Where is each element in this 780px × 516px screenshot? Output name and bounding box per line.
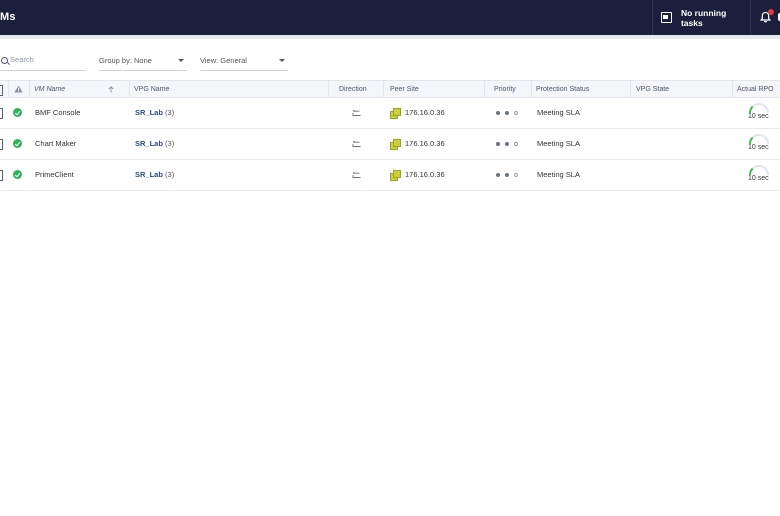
peer-site: 176.16.0.36: [405, 170, 445, 179]
column-vpg-name[interactable]: VPG Name: [130, 81, 329, 98]
priority-dot-filled: [496, 111, 500, 115]
direction-return-icon: [352, 172, 361, 178]
site-icon: [390, 139, 401, 150]
view-label: View: General: [200, 56, 247, 65]
search-input[interactable]: [10, 55, 82, 64]
column-direction-label: Direction: [339, 86, 367, 93]
column-protection-status-label: Protection Status: [536, 86, 590, 93]
column-peer-site[interactable]: Peer Site: [384, 81, 485, 98]
select-all-checkbox[interactable]: [0, 81, 9, 98]
checkbox-icon: [0, 85, 3, 96]
table-row[interactable]: PrimeClient SR_Lab (3) 176.16.0.36 Meeti…: [0, 160, 780, 191]
protection-status: Meeting SLA: [537, 139, 580, 148]
chevron-down-icon: [178, 59, 184, 62]
column-vpg-state[interactable]: VPG State: [631, 81, 733, 98]
column-vpg-state-label: VPG State: [636, 86, 670, 93]
vpg-link[interactable]: SR_Lab: [135, 139, 163, 148]
vpg-link[interactable]: SR_Lab: [135, 170, 163, 179]
table-header: VM Name VPG Name Direction Peer Site Pri…: [0, 80, 780, 98]
header-divider: [0, 35, 780, 39]
priority-dot-filled: [496, 142, 500, 146]
column-protection-status[interactable]: Protection Status: [532, 81, 631, 98]
rpo-gauge: 10 sec: [747, 164, 771, 188]
column-actual-rpo-label: Actual RPO: [737, 86, 774, 93]
tasks-label: No running tasks: [680, 7, 727, 28]
vpg-count: (3): [165, 139, 175, 148]
column-vpg-name-label: VPG Name: [134, 86, 170, 93]
column-vm-name-label: VM Name: [34, 86, 66, 93]
rpo-value: 10 sec: [748, 144, 769, 151]
row-checkbox[interactable]: [0, 108, 3, 119]
table-row[interactable]: BMF Console SR_Lab (3) 176.16.0.36 Meeti…: [0, 98, 780, 129]
search-icon: [1, 57, 8, 64]
column-vm-name[interactable]: VM Name: [30, 81, 130, 98]
priority-dot-filled: [505, 173, 509, 177]
vm-name[interactable]: Chart Maker: [35, 129, 76, 159]
protection-status: Meeting SLA: [537, 108, 580, 117]
protection-status: Meeting SLA: [537, 170, 580, 179]
vpg-count: (3): [165, 170, 175, 179]
site-icon: [390, 108, 401, 119]
chevron-down-icon: [279, 59, 285, 62]
warning-icon: [14, 85, 23, 93]
notifications-button[interactable]: [750, 0, 780, 35]
vpg-count: (3): [165, 108, 175, 117]
top-bar: Ms No running tasks: [0, 0, 780, 35]
vm-name[interactable]: BMF Console: [35, 98, 80, 128]
site-icon: [390, 170, 401, 181]
priority-dot-empty: [514, 173, 518, 177]
notification-badge: [768, 9, 774, 15]
view-dropdown[interactable]: View: General: [200, 54, 288, 71]
status-ok-icon: [13, 170, 22, 179]
column-priority[interactable]: Priority: [485, 81, 532, 98]
direction-return-icon: [352, 110, 361, 116]
rpo-gauge: 10 sec: [747, 133, 771, 157]
tasks-icon: [661, 12, 672, 23]
running-tasks-button[interactable]: No running tasks: [652, 0, 750, 35]
priority-dot-filled: [496, 173, 500, 177]
status-ok-icon: [13, 108, 22, 117]
sort-ascending-icon[interactable]: [108, 86, 114, 93]
direction-return-icon: [352, 141, 361, 147]
column-direction[interactable]: Direction: [329, 81, 384, 98]
group-by-label: Group by: None: [99, 56, 152, 65]
vpg-name-cell: SR_Lab (3): [135, 160, 174, 190]
rpo-gauge: 10 sec: [747, 102, 771, 126]
column-priority-label: Priority: [494, 86, 516, 93]
rpo-value: 10 sec: [748, 175, 769, 182]
peer-site: 176.16.0.36: [405, 108, 445, 117]
group-by-dropdown[interactable]: Group by: None: [99, 54, 187, 71]
column-alert[interactable]: [9, 81, 30, 98]
page-title: Ms: [0, 11, 16, 23]
column-peer-site-label: Peer Site: [390, 86, 419, 93]
rpo-value: 10 sec: [748, 113, 769, 120]
priority-dot-filled: [505, 111, 509, 115]
table-row[interactable]: Chart Maker SR_Lab (3) 176.16.0.36 Meeti…: [0, 129, 780, 160]
vpg-name-cell: SR_Lab (3): [135, 98, 174, 128]
vpg-link[interactable]: SR_Lab: [135, 108, 163, 117]
peer-site: 176.16.0.36: [405, 139, 445, 148]
status-ok-icon: [13, 139, 22, 148]
vm-name[interactable]: PrimeClient: [35, 160, 74, 190]
priority-dot-empty: [514, 142, 518, 146]
priority-dot-filled: [505, 142, 509, 146]
row-checkbox[interactable]: [0, 139, 3, 150]
row-checkbox[interactable]: [0, 170, 3, 181]
vpg-name-cell: SR_Lab (3): [135, 129, 174, 159]
priority-dot-empty: [514, 111, 518, 115]
search-box[interactable]: [0, 54, 86, 71]
column-actual-rpo[interactable]: Actual RPO: [733, 81, 780, 98]
